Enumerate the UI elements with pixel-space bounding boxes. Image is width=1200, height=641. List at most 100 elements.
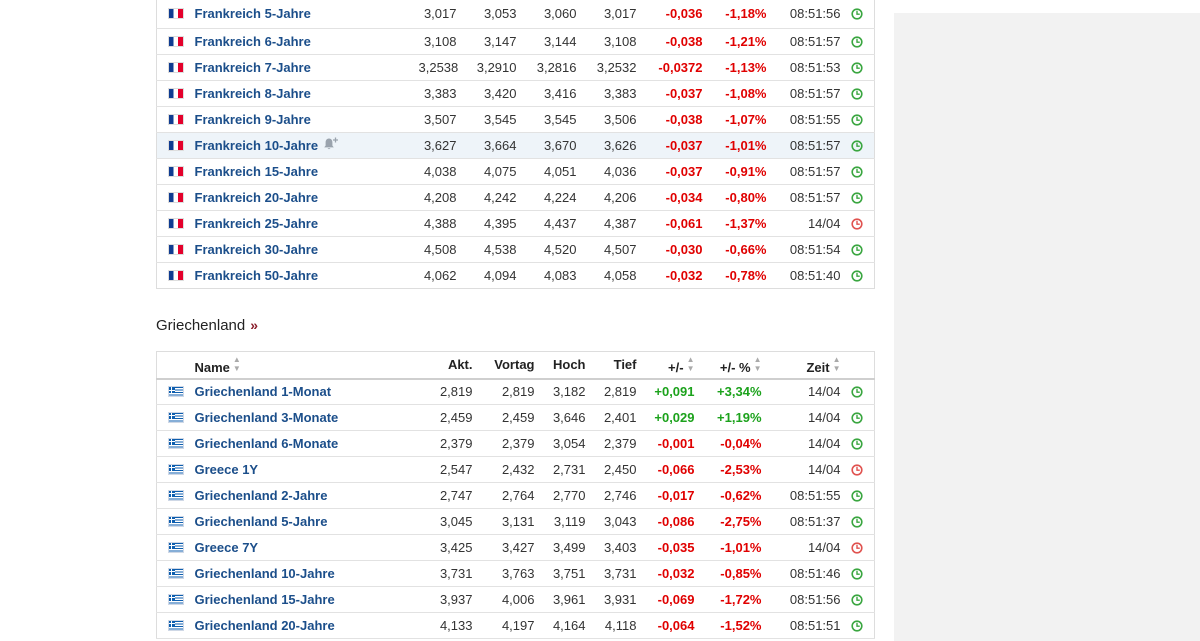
bond-name-link[interactable]: Greece 7Y — [195, 540, 259, 555]
table-row[interactable]: Griechenland 5-Jahre 3,045 3,131 3,119 3,043… — [156, 508, 875, 535]
table-row[interactable]: Griechenland 6-Monate 2,379 2,379 3,054 2,37… — [156, 430, 875, 457]
header-name[interactable]: Name▲ ▼ — [194, 351, 419, 380]
table-row[interactable]: Griechenland 3-Monate 2,459 2,459 3,646 2,40… — [156, 404, 875, 431]
table-row[interactable]: Frankreich 10-Jahre 3,627 3,664 3,670 3,626-… — [156, 132, 875, 159]
table-row[interactable]: Griechenland 1-Monat 2,819 2,819 3,182 2,819… — [156, 378, 875, 405]
table-row[interactable]: Frankreich 50-Jahre 4,062 4,094 4,083 4,058 -… — [157, 262, 875, 288]
table-row[interactable]: Frankreich 8-Jahre 3,383 3,420 3,416 3,383 -0… — [156, 80, 875, 107]
tief-cell: 3,108 — [576, 28, 637, 55]
flag-cell — [156, 132, 195, 159]
flag-cell — [156, 0, 195, 29]
time-cell: 08:51:57 — [766, 158, 841, 185]
change-pct-cell: -1,07% — [702, 106, 767, 133]
header-change[interactable]: +/-▲ ▼ — [636, 351, 695, 380]
header-change-pct[interactable]: +/- %▲ ▼ — [694, 351, 762, 380]
bond-name-link[interactable]: Frankreich 9-Jahre — [195, 112, 311, 127]
akt-cell: 3,017 — [418, 0, 457, 29]
change-cell: -0,032 — [665, 267, 703, 283]
tief-cell: 3,731 — [585, 560, 637, 587]
change-cell: -0,038 — [636, 28, 703, 55]
sort-icon[interactable]: ▲ ▼ — [687, 355, 695, 373]
tief-cell: 3,626 — [576, 132, 637, 159]
table-row[interactable]: Griechenland 2-Jahre 2,747 2,764 2,770 2,746… — [156, 482, 875, 509]
name-cell: Griechenland 2-Jahre — [194, 482, 419, 509]
bond-name-link[interactable]: Griechenland 15-Jahre — [195, 592, 335, 607]
table-row[interactable]: Griechenland 10-Jahre 3,731 3,763 3,751 3,73… — [156, 560, 875, 587]
change-pct-cell: -2,75% — [694, 508, 762, 535]
bond-name-link[interactable]: Frankreich 25-Jahre — [195, 216, 319, 231]
change-cell: -0,035 — [636, 534, 695, 561]
table-row[interactable]: Frankreich 7-Jahre 3,2538 3,2910 3,2816 3,25… — [156, 54, 875, 81]
bond-name-link[interactable]: Frankreich 8-Jahre — [195, 86, 311, 101]
flag-cell — [156, 184, 195, 211]
akt-cell: 3,937 — [418, 586, 473, 613]
bond-name-link[interactable]: Griechenland 5-Jahre — [195, 514, 328, 529]
tief-cell: 3,2532 — [576, 54, 637, 81]
section-more-link[interactable]: » — [250, 317, 258, 333]
hoch-cell: 4,051 — [516, 158, 577, 185]
clock-green-icon — [851, 113, 863, 126]
bond-name-link[interactable]: Greece 1Y — [195, 462, 259, 477]
bond-name-link[interactable]: Frankreich 20-Jahre — [195, 190, 319, 205]
tief-cell: 2,819 — [585, 378, 637, 405]
table-row[interactable]: Greece 7Y 3,425 3,427 3,499 3,403 -0,035 -1,01… — [156, 534, 875, 561]
bond-name-link[interactable]: Griechenland 10-Jahre — [195, 566, 335, 581]
table-row[interactable]: Griechenland 15-Jahre 3,937 4,006 3,961 3,93… — [156, 586, 875, 613]
greece-bonds-table: Name▲ ▼ Akt. Vortag Hoch Tief +/-▲ ▼ +/- %… — [156, 351, 875, 639]
header-flag — [156, 351, 195, 380]
akt-cell: 3,045 — [418, 508, 473, 535]
clock-red-icon — [851, 464, 863, 476]
table-row[interactable]: Frankreich 15-Jahre 4,038 4,075 4,051 4,036-… — [156, 158, 875, 185]
sort-icon[interactable]: ▲ ▼ — [754, 355, 762, 373]
bond-name-link[interactable]: Frankreich 5-Jahre — [195, 6, 311, 21]
clock-green-icon — [851, 61, 863, 74]
table-row[interactable]: Greece 1Y 2,547 2,432 2,731 2,450 -0,066 -2,53… — [156, 456, 875, 483]
clock-green-icon — [851, 191, 863, 204]
table-row[interactable]: Frankreich 20-Jahre 4,208 4,242 4,224 4,206-… — [156, 184, 875, 211]
sort-icon[interactable]: ▲ ▼ — [233, 355, 241, 373]
time-cell: 14/04 — [761, 534, 841, 561]
vortag-cell: 3,664 — [456, 132, 517, 159]
bond-name-link[interactable]: Frankreich 7-Jahre — [195, 60, 311, 75]
change-cell: -0,032 — [636, 560, 695, 587]
vortag-cell: 3,427 — [472, 534, 535, 561]
bond-name-link[interactable]: Frankreich 30-Jahre — [195, 242, 319, 257]
status-cell — [840, 378, 875, 405]
change-pct-cell: -1,18% — [702, 0, 767, 29]
change-pct-cell: +3,34% — [694, 378, 762, 405]
name-cell: Frankreich 7-Jahre — [194, 54, 419, 81]
change-pct-cell: -1,52% — [694, 612, 762, 639]
bond-name-link[interactable]: Frankreich 15-Jahre — [195, 164, 319, 179]
hoch-cell: 3,961 — [534, 586, 586, 613]
bond-name-link[interactable]: Griechenland 1-Monat — [195, 384, 332, 399]
header-time[interactable]: Zeit▲ ▼ — [761, 351, 841, 380]
bond-name-link[interactable]: Griechenland 3-Monate — [195, 410, 339, 425]
table-row[interactable]: Frankreich 30-Jahre 4,508 4,538 4,520 4,507-… — [156, 236, 875, 263]
tief-cell: 3,931 — [585, 586, 637, 613]
clock-green-icon — [851, 386, 863, 398]
bond-name-link[interactable]: Griechenland 6-Monate — [195, 436, 339, 451]
table-row[interactable]: Frankreich 5-Jahre 3,017 3,053 3,060 3,017 -0… — [156, 0, 875, 29]
time-cell: 08:51:57 — [766, 132, 841, 159]
clock-green-icon — [851, 87, 863, 100]
bond-name-link[interactable]: Frankreich 10-Jahre — [195, 138, 319, 153]
vortag-cell: 3,2910 — [456, 54, 517, 81]
change-pct-cell: -1,37% — [702, 210, 767, 237]
greece-flag-icon — [167, 594, 184, 605]
bond-name-link[interactable]: Griechenland 2-Jahre — [195, 488, 328, 503]
time-cell: 08:51:55 — [766, 106, 841, 133]
table-row[interactable]: Frankreich 9-Jahre 3,507 3,545 3,545 3,506 -0… — [156, 106, 875, 133]
bond-name-link[interactable]: Griechenland 20-Jahre — [195, 618, 335, 633]
table-row[interactable]: Frankreich 25-Jahre 4,388 4,395 4,437 4,387-… — [156, 210, 875, 237]
bond-name-link[interactable]: Frankreich 6-Jahre — [195, 34, 311, 49]
change-cell: -0,038 — [636, 106, 703, 133]
bell-plus-icon[interactable] — [323, 137, 339, 151]
sort-icon[interactable]: ▲ ▼ — [833, 355, 841, 373]
table-row[interactable]: Griechenland 20-Jahre 4,133 4,197 4,164 4,11… — [156, 612, 875, 639]
time-cell: 08:51:56 — [761, 586, 841, 613]
table-row[interactable]: Frankreich 6-Jahre 3,108 3,147 3,144 3,108 -0… — [156, 28, 875, 55]
change-pct-cell: -2,53% — [694, 456, 762, 483]
hoch-cell: 4,224 — [516, 184, 577, 211]
bond-name-link[interactable]: Frankreich 50-Jahre — [195, 268, 319, 283]
akt-cell: 3,108 — [418, 28, 457, 55]
